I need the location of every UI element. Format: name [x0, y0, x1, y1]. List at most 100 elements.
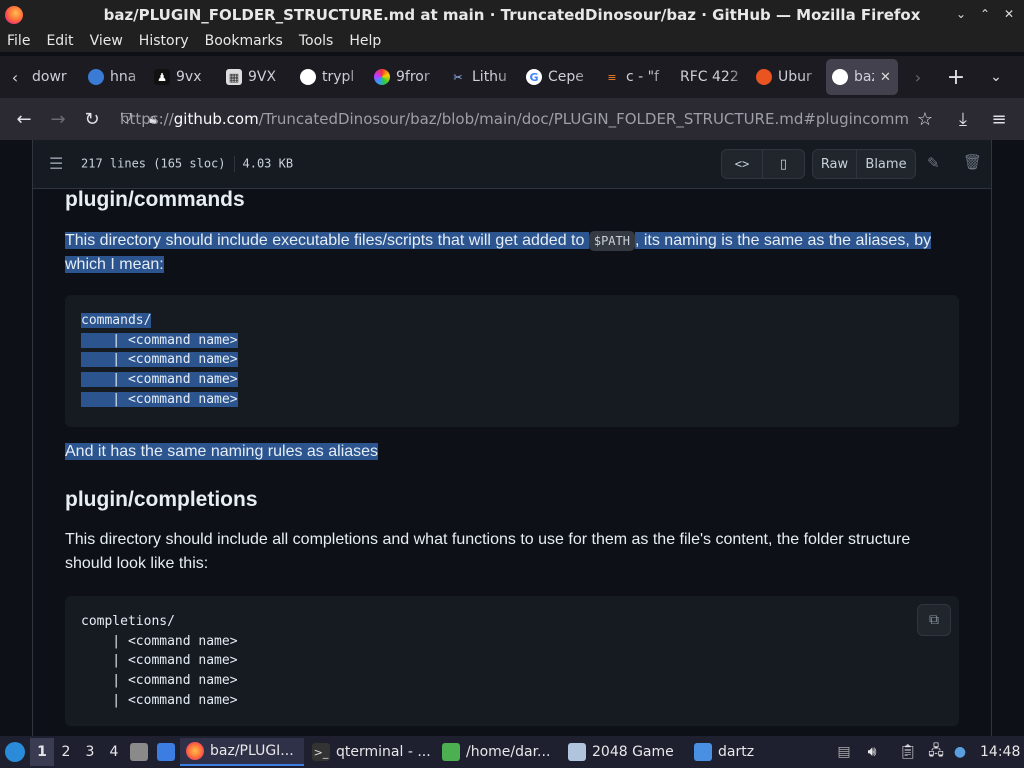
paragraph-commands: This directory should include executable…: [65, 231, 932, 273]
tab-active[interactable]: baz ✕: [826, 59, 898, 95]
tab-item[interactable]: ▦ 9VX: [220, 59, 294, 95]
taskbar-app-2048[interactable]: 2048 Game: [560, 738, 686, 766]
file-info: 217 lines (165 sloc) 4.03 KB: [81, 156, 293, 172]
site-icon: ♟: [154, 69, 170, 85]
code-line: | <command name>: [81, 372, 238, 388]
downloads-icon[interactable]: ⤓: [946, 103, 980, 135]
workspace-2[interactable]: 2: [54, 738, 78, 766]
menu-history[interactable]: History: [139, 33, 189, 49]
edit-pencil-icon[interactable]: ✎: [927, 154, 940, 172]
reload-icon[interactable]: ↻: [75, 103, 109, 135]
view-toggle: <> ▯: [721, 149, 805, 179]
code-block-commands: commands/ | <command name> | <command na…: [65, 295, 959, 427]
tab-item[interactable]: RFC 422: [674, 59, 750, 95]
tab-label: Cepe: [548, 69, 584, 85]
tab-item[interactable]: ✂ Lithu: [444, 59, 520, 95]
tab-item[interactable]: trypl: [294, 59, 368, 95]
menu-tools[interactable]: Tools: [299, 33, 334, 49]
tab-label: RFC 422: [680, 69, 739, 85]
heading-plugin-commands: plugin/commands: [65, 188, 245, 211]
tab-item[interactable]: G Cepe: [520, 59, 598, 95]
clipboard-icon[interactable]: 📋︎: [898, 738, 918, 766]
start-menu-icon[interactable]: [0, 738, 30, 766]
network-icon[interactable]: 🖧: [926, 738, 946, 766]
app-menu-icon[interactable]: ≡: [982, 103, 1016, 135]
workspace-1[interactable]: 1: [30, 738, 54, 766]
delete-trash-icon[interactable]: 🗑︎: [963, 153, 982, 171]
bookmark-star-icon[interactable]: ☆: [908, 103, 942, 135]
file-icon: [442, 743, 460, 761]
window-icon: [568, 743, 586, 761]
tab-label: 9VX: [248, 69, 277, 85]
show-desktop-icon[interactable]: [152, 738, 180, 766]
close-tab-icon[interactable]: ✕: [880, 70, 891, 85]
tabs-scroll-left-icon[interactable]: ‹: [0, 68, 30, 87]
forward-icon[interactable]: →: [41, 103, 75, 135]
code-line: | <command name>: [81, 332, 238, 348]
minimize-icon[interactable]: ⌄: [954, 7, 968, 21]
file-size: 4.03 KB: [242, 156, 294, 171]
list-tabs-icon[interactable]: ⌄: [974, 69, 1018, 85]
taskbar-app-firefox[interactable]: baz/PLUGI...: [180, 738, 304, 766]
code-lines: commands/ | <command name> | <command na…: [81, 311, 238, 410]
stackoverflow-icon: ≡: [607, 70, 617, 84]
volume-icon[interactable]: 🔊︎: [862, 738, 882, 766]
menu-view[interactable]: View: [90, 33, 123, 49]
firefox-icon: [186, 742, 204, 760]
raw-button[interactable]: Raw: [813, 150, 857, 178]
globe-icon: [88, 69, 104, 85]
close-window-icon[interactable]: ✕: [1002, 7, 1016, 21]
taskbar-app-dartz[interactable]: dartz: [686, 738, 786, 766]
tab-item[interactable]: dowr: [30, 59, 82, 95]
code-line: commands/: [81, 313, 152, 328]
taskbar-app-terminal[interactable]: >_ qterminal - ...: [304, 738, 434, 766]
heading-plugin-completions: plugin/completions: [65, 488, 258, 511]
url-domain: github.com: [173, 110, 259, 128]
menu-bookmarks[interactable]: Bookmarks: [205, 33, 283, 49]
site-icon: ▦: [226, 69, 242, 85]
taskbar-app-editor[interactable]: /home/dar...: [434, 738, 560, 766]
tab-strip: ‹ dowr hna ♟ 9vx ▦ 9VX trypl 9fror ✂ Lit…: [0, 56, 1024, 98]
window-controls: ⌄ ⌃ ✕: [954, 7, 1016, 21]
google-icon: G: [526, 69, 542, 85]
workspace-4[interactable]: 4: [102, 738, 126, 766]
tray-icon[interactable]: ▤: [834, 738, 854, 766]
tab-item[interactable]: ≡ c - "f: [598, 59, 674, 95]
paragraph-naming: And it has the same naming rules as alia…: [65, 443, 379, 460]
tab-label: baz: [854, 69, 874, 85]
tab-label: trypl: [322, 69, 355, 85]
code-line: | <command name>: [81, 653, 238, 669]
tab-item[interactable]: hna: [82, 59, 148, 95]
terminal-icon: >_: [312, 743, 330, 761]
code-block-completions: completions/ | <command name> | <command…: [65, 596, 959, 726]
code-view-icon[interactable]: <>: [722, 150, 763, 178]
blame-button[interactable]: Blame: [857, 150, 915, 178]
copy-button[interactable]: ⧉: [917, 604, 951, 636]
menu-edit[interactable]: Edit: [46, 33, 73, 49]
taskbar: 1 2 3 4 baz/PLUGI... >_ qterminal - ... …: [0, 736, 1024, 768]
inline-code-path: $PATH: [588, 231, 635, 251]
code-line: completions/: [81, 614, 175, 629]
url-prefix: https://: [120, 110, 174, 128]
update-icon[interactable]: ●: [950, 738, 970, 766]
tab-item[interactable]: ♟ 9vx: [148, 59, 220, 95]
url-path: /TruncatedDinosour/baz/blob/main/doc/PLU…: [258, 110, 909, 128]
maximize-icon[interactable]: ⌃: [978, 7, 992, 21]
code-line: | <command name>: [81, 352, 238, 368]
preview-file-icon[interactable]: ▯: [763, 150, 804, 178]
tab-label: Ubur: [778, 69, 812, 85]
outline-list-icon[interactable]: ☰: [49, 154, 63, 173]
workspace-3[interactable]: 3: [78, 738, 102, 766]
tab-item[interactable]: 9fror: [368, 59, 444, 95]
menu-help[interactable]: Help: [349, 33, 381, 49]
window-title: baz/PLUGIN_FOLDER_STRUCTURE.md at main ·…: [103, 6, 921, 24]
menu-file[interactable]: File: [7, 33, 30, 49]
file-manager-icon[interactable]: [126, 738, 152, 766]
code-line: | <command name>: [81, 633, 238, 649]
tabs-scroll-right-icon[interactable]: ›: [898, 68, 938, 87]
url-bar[interactable]: https://github.com/TruncatedDinosour/baz…: [120, 104, 910, 134]
new-tab-icon[interactable]: +: [938, 65, 974, 90]
tab-item[interactable]: Ubur: [750, 59, 826, 95]
back-icon[interactable]: ←: [7, 103, 41, 135]
tab-label: dowr: [32, 69, 67, 85]
